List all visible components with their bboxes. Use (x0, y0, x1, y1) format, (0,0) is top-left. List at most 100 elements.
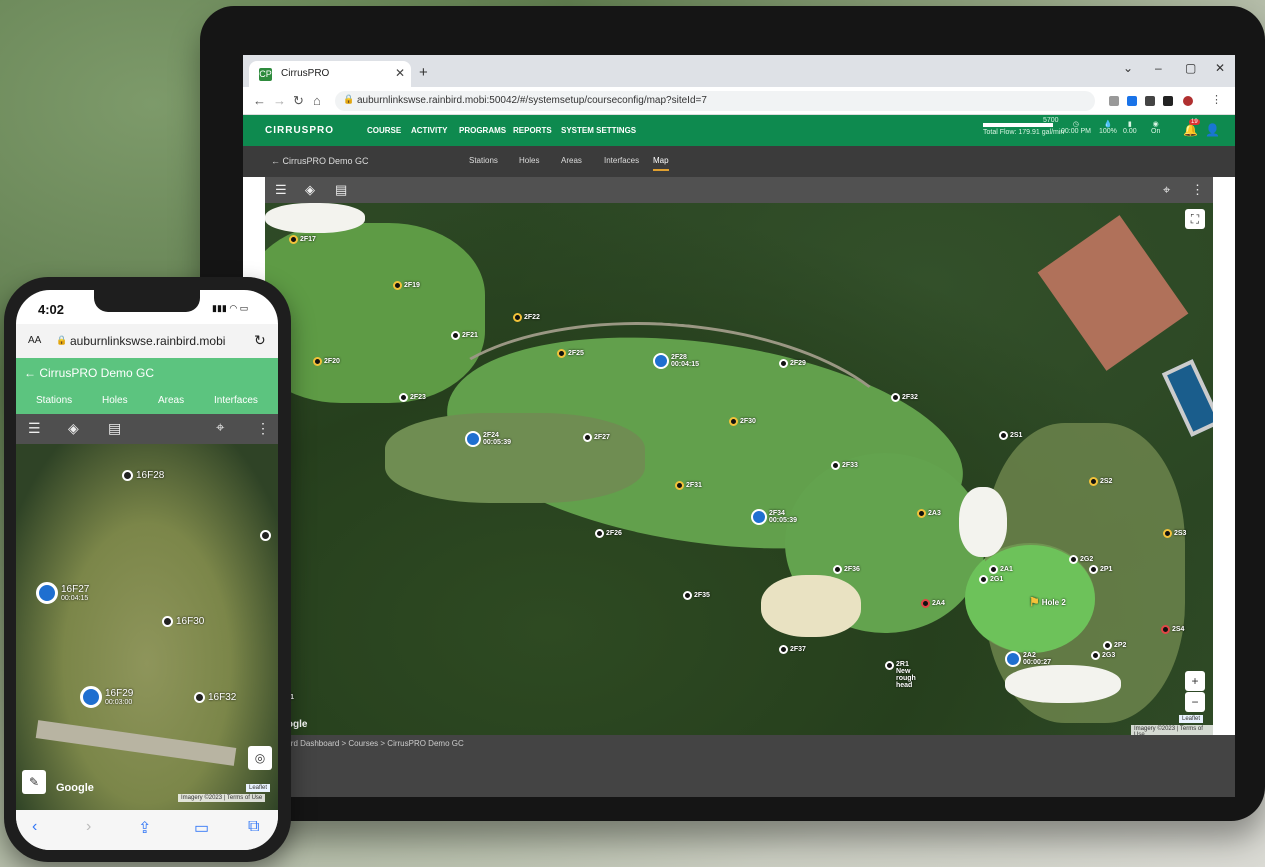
station-marker[interactable]: 2G2 (1069, 555, 1093, 564)
maximize-icon[interactable]: ▢ (1185, 61, 1196, 75)
menu-programs[interactable]: PROGRAMS (459, 126, 506, 135)
reload-icon[interactable]: ↻ (293, 93, 304, 109)
station-marker-running[interactable]: 16F27 00:04:15 (36, 582, 89, 604)
tab-holes[interactable]: Holes (519, 156, 539, 165)
sidebar-icon[interactable] (1163, 96, 1173, 106)
phone-back-link[interactable]: ← CirrusPRO Demo GC (24, 366, 154, 380)
station-marker[interactable]: 16F28 (122, 470, 164, 481)
menu-activity[interactable]: ACTIVITY (411, 126, 447, 135)
sprinkler-icon[interactable] (260, 530, 271, 541)
station-marker[interactable]: 2F30 (729, 417, 756, 426)
map-options-icon[interactable]: ⋮ (256, 420, 270, 437)
station-marker-running[interactable]: 16F29 00:03:00 (80, 686, 133, 708)
user-icon[interactable]: 👤 (1205, 123, 1220, 137)
locate-me-icon[interactable]: ◎ (248, 746, 272, 770)
text-size-button[interactable]: AA (28, 335, 41, 346)
water-status[interactable]: 💧 100% (1099, 120, 1117, 135)
hole-pin[interactable]: ⚑ Hole 2 (1029, 595, 1066, 609)
station-marker[interactable]: 16F32 (194, 692, 236, 703)
system-on-status[interactable]: ◉ On (1151, 120, 1160, 135)
back-arrow-icon[interactable]: ← (253, 93, 266, 108)
hamburger-menu-icon[interactable]: ☰ (28, 420, 41, 437)
tab-stations[interactable]: Stations (469, 156, 498, 165)
browser-tab[interactable]: CP CirrusPRO ✕ (249, 61, 411, 87)
gauge-status[interactable]: ▮ 0.00 (1123, 120, 1137, 135)
extension-icon[interactable] (1109, 96, 1119, 106)
reload-icon[interactable]: ↻ (254, 332, 266, 349)
map-attribution[interactable]: Imagery ©2023 | Terms of Use (178, 794, 266, 802)
station-marker-running[interactable]: 2F24 00:05:39 (465, 431, 511, 447)
layers-icon[interactable]: ◈ (68, 420, 79, 437)
layers-icon[interactable]: ◈ (305, 182, 315, 198)
edit-map-icon[interactable]: ✎ (22, 770, 46, 794)
station-marker-running[interactable]: 2A2 00:00:27 (1005, 651, 1051, 667)
leaflet-link[interactable]: Leaflet (1179, 715, 1204, 723)
leaflet-link[interactable]: Leaflet (246, 784, 271, 792)
station-marker[interactable]: 2F37 (779, 645, 806, 654)
minimize-icon[interactable]: – (1155, 61, 1162, 75)
document-icon[interactable]: ▤ (108, 420, 121, 437)
station-marker[interactable]: 2P1 (1089, 565, 1112, 574)
new-tab-icon[interactable]: + (419, 64, 428, 81)
phone-course-map[interactable]: 16F28 16F27 00:04:15 16F30 16F29 00:03:00 … (16, 444, 278, 810)
document-icon[interactable]: ▤ (335, 182, 347, 198)
station-marker[interactable]: 2F23 (399, 393, 426, 402)
station-marker[interactable]: 2R1 New rough head (885, 661, 930, 689)
station-marker[interactable]: 2A4 (921, 599, 945, 608)
course-map[interactable]: 2F17 2F19 2F22 2F21 2F20 2F25 2F28 00:04:… (265, 203, 1213, 735)
station-marker[interactable]: 2F31 (675, 481, 702, 490)
station-marker-running[interactable]: 2F28 00:04:15 (653, 353, 699, 369)
tab-map[interactable]: Map (653, 156, 669, 171)
menu-system-settings[interactable]: SYSTEM SETTINGS (561, 126, 636, 135)
share-icon[interactable]: ⇪ (138, 818, 151, 838)
vimeo-extension-icon[interactable] (1127, 96, 1137, 106)
station-marker[interactable]: 2F17 (289, 235, 316, 244)
station-marker[interactable]: 2A3 (917, 509, 941, 518)
station-marker[interactable]: 2S1 (999, 431, 1022, 440)
locate-pin-icon[interactable]: ⌖ (216, 419, 224, 436)
home-icon[interactable]: ⌂ (313, 93, 321, 108)
back-to-course-link[interactable]: ← CirrusPRO Demo GC (271, 156, 369, 166)
phone-tab-stations[interactable]: Stations (36, 395, 72, 406)
fullscreen-icon[interactable]: ⛶ (1185, 209, 1205, 229)
tab-areas[interactable]: Areas (561, 156, 582, 165)
station-marker[interactable]: 2F19 (393, 281, 420, 290)
close-tab-icon[interactable]: ✕ (395, 66, 405, 80)
url-input[interactable]: 🔒 auburnlinkswse.rainbird.mobi:50042/#/s… (335, 91, 1095, 111)
map-attribution[interactable]: Imagery ©2023 | Terms of Use (1131, 725, 1213, 735)
bookmarks-icon[interactable]: ▭ (194, 818, 209, 838)
station-marker[interactable]: 2F33 (831, 461, 858, 470)
station-marker[interactable]: 2F22 (513, 313, 540, 322)
close-window-icon[interactable]: ✕ (1215, 61, 1225, 75)
tabs-icon[interactable]: ⧉ (248, 818, 259, 836)
forward-arrow-icon[interactable]: → (273, 93, 286, 108)
station-marker[interactable]: 2F25 (557, 349, 584, 358)
station-marker[interactable]: 2F36 (833, 565, 860, 574)
back-icon[interactable]: ‹ (32, 818, 37, 836)
kebab-menu-icon[interactable]: ⋮ (1211, 93, 1222, 106)
locate-pin-icon[interactable]: ⌖ (1163, 182, 1170, 198)
station-marker[interactable]: 2G1 (979, 575, 1003, 584)
station-marker[interactable]: 2G3 (1091, 651, 1115, 660)
station-marker[interactable]: 2F29 (779, 359, 806, 368)
zoom-out-button[interactable]: − (1185, 692, 1205, 712)
tab-interfaces[interactable]: Interfaces (604, 156, 639, 165)
safari-address-bar[interactable]: AA 🔒 auburnlinkswse.rainbird.mobi ↻ (16, 324, 278, 358)
station-marker[interactable]: 2F32 (891, 393, 918, 402)
station-marker[interactable]: 2F27 (583, 433, 610, 442)
station-marker[interactable]: 2F21 (451, 331, 478, 340)
station-marker[interactable]: 2F20 (313, 357, 340, 366)
station-marker[interactable]: 2F35 (683, 591, 710, 600)
menu-reports[interactable]: REPORTS (513, 126, 552, 135)
zoom-in-button[interactable]: + (1185, 671, 1205, 691)
station-marker[interactable]: 2S4 (1161, 625, 1184, 634)
station-marker[interactable]: 2F26 (595, 529, 622, 538)
tab-search-icon[interactable]: ⌄ (1123, 61, 1133, 75)
station-marker[interactable]: 2S3 (1163, 529, 1186, 538)
puzzle-icon[interactable] (1145, 96, 1155, 106)
menu-course[interactable]: COURSE (367, 126, 401, 135)
station-marker[interactable]: 16F30 (162, 616, 204, 627)
profile-avatar-icon[interactable] (1183, 96, 1193, 106)
station-marker-running[interactable]: 2F34 00:05:39 (751, 509, 797, 525)
hamburger-menu-icon[interactable]: ☰ (275, 182, 287, 198)
